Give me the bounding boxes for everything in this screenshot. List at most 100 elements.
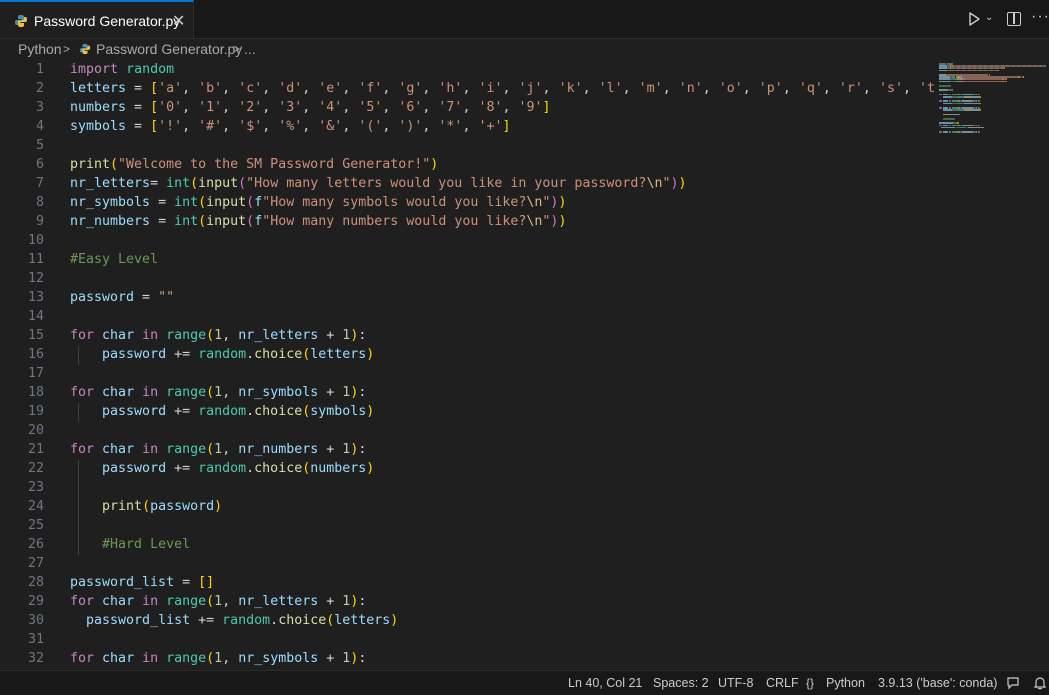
python-interpreter[interactable]: 3.9.13 ('base': conda) bbox=[878, 676, 997, 690]
code-line[interactable]: 15for char in range(1, nr_letters + 1): bbox=[0, 327, 935, 346]
breadcrumb-file[interactable]: Password Generator.py bbox=[96, 41, 242, 57]
code-line[interactable]: 4symbols = ['!', '#', '$', '%', '&', '('… bbox=[0, 118, 935, 137]
code-line[interactable]: 30 password_list += random.choice(letter… bbox=[0, 612, 935, 631]
minimap-token bbox=[968, 127, 975, 129]
line-number: 19 bbox=[4, 404, 44, 419]
minimap-token bbox=[998, 70, 999, 72]
code-line[interactable]: 13password = "" bbox=[0, 289, 935, 308]
minimap-token bbox=[980, 96, 981, 98]
code-text: for char in range(1, nr_letters + 1): bbox=[70, 328, 366, 343]
line-number: 10 bbox=[4, 233, 44, 248]
minimap-token bbox=[964, 96, 971, 98]
minimap-token bbox=[959, 114, 960, 116]
code-text: #Easy Level bbox=[70, 252, 158, 267]
line-number: 11 bbox=[4, 252, 44, 267]
code-line[interactable]: 28password_list = [] bbox=[0, 574, 935, 593]
minimap-token bbox=[964, 109, 971, 111]
line-number: 26 bbox=[4, 537, 44, 552]
code-line[interactable]: 9nr_numbers = int(input(f"How many numbe… bbox=[0, 213, 935, 232]
tab-bar: Password Generator.py ✕ ⌄ ··· bbox=[0, 0, 1049, 39]
code-line[interactable]: 14 bbox=[0, 308, 935, 327]
minimap-token bbox=[939, 89, 948, 91]
code-line[interactable]: 11 #Easy Level bbox=[0, 251, 935, 270]
chevron-down-icon[interactable]: ⌄ bbox=[985, 12, 993, 23]
minimap[interactable] bbox=[937, 60, 1049, 670]
minimap-token bbox=[939, 70, 947, 72]
minimap-token bbox=[943, 109, 952, 111]
indent-guide bbox=[78, 346, 79, 365]
line-number: 1 bbox=[4, 62, 44, 77]
breadcrumb-more[interactable]: ... bbox=[244, 41, 256, 57]
chevron-right-icon: > bbox=[233, 42, 240, 56]
minimap-token bbox=[939, 131, 942, 133]
split-editor-icon[interactable] bbox=[1007, 12, 1021, 26]
code-editor[interactable]: 1import random2letters = ['a', 'b', 'c',… bbox=[0, 60, 935, 670]
minimap-token bbox=[943, 103, 952, 105]
minimap-token bbox=[1006, 81, 1007, 83]
more-actions-icon[interactable]: ··· bbox=[1031, 8, 1049, 26]
notifications-bell-icon[interactable] bbox=[1033, 676, 1047, 690]
encoding-setting[interactable]: UTF-8 bbox=[718, 676, 753, 690]
code-line[interactable]: 29for char in range(1, nr_letters + 1): bbox=[0, 593, 935, 612]
python-file-icon bbox=[14, 14, 28, 28]
minimap-token bbox=[979, 131, 980, 133]
line-number: 22 bbox=[4, 461, 44, 476]
minimap-token bbox=[939, 81, 950, 83]
code-line[interactable]: 10 bbox=[0, 232, 935, 251]
minimap-token bbox=[939, 100, 942, 102]
code-line[interactable]: 17 bbox=[0, 365, 935, 384]
minimap-token bbox=[951, 89, 953, 91]
run-icon[interactable] bbox=[966, 11, 982, 27]
code-line[interactable]: 16 password += random.choice(letters) bbox=[0, 346, 935, 365]
breadcrumb: Python > Password Generator.py > ... bbox=[0, 38, 1049, 60]
code-line[interactable]: 20 bbox=[0, 422, 935, 441]
minimap-token bbox=[960, 127, 967, 129]
feedback-icon[interactable] bbox=[1006, 676, 1020, 690]
code-line[interactable]: 22 password += random.choice(numbers) bbox=[0, 460, 935, 479]
code-line[interactable]: 8nr_symbols = int(input(f"How many symbo… bbox=[0, 194, 935, 213]
code-line[interactable]: 5 bbox=[0, 137, 935, 156]
code-line[interactable]: 2letters = ['a', 'b', 'c', 'd', 'e', 'f'… bbox=[0, 80, 935, 99]
code-line[interactable]: 23 bbox=[0, 479, 935, 498]
minimap-token bbox=[957, 109, 964, 111]
code-line[interactable]: 6print("Welcome to the SM Password Gener… bbox=[0, 156, 935, 175]
eol-setting[interactable]: CRLF bbox=[766, 676, 799, 690]
code-line[interactable]: 19 password += random.choice(symbols) bbox=[0, 403, 935, 422]
minimap-token bbox=[1023, 76, 1024, 78]
code-line[interactable]: 1import random bbox=[0, 61, 935, 80]
line-number: 9 bbox=[4, 214, 44, 229]
line-number: 13 bbox=[4, 290, 44, 305]
minimap-token bbox=[939, 85, 951, 87]
code-text: for char in range(1, nr_symbols + 1): bbox=[70, 651, 366, 666]
code-line[interactable]: 18for char in range(1, nr_symbols + 1): bbox=[0, 384, 935, 403]
line-number: 8 bbox=[4, 195, 44, 210]
code-line[interactable]: 21for char in range(1, nr_numbers + 1): bbox=[0, 441, 935, 460]
minimap-token bbox=[1004, 67, 1005, 69]
code-text: nr_letters= int(input("How many letters … bbox=[70, 176, 687, 191]
line-number: 32 bbox=[4, 651, 44, 666]
code-text: password_list = [] bbox=[70, 575, 214, 590]
code-text: numbers = ['0', '1', '2', '3', '4', '5',… bbox=[70, 100, 551, 115]
code-text: for char in range(1, nr_symbols + 1): bbox=[70, 385, 366, 400]
language-mode[interactable]: Python bbox=[826, 676, 865, 690]
code-line[interactable]: 31 bbox=[0, 631, 935, 650]
tab-password-generator[interactable]: Password Generator.py ✕ bbox=[0, 0, 194, 38]
line-number: 7 bbox=[4, 176, 44, 191]
line-number: 17 bbox=[4, 366, 44, 381]
breadcrumb-python[interactable]: Python bbox=[18, 41, 62, 57]
minimap-token bbox=[972, 109, 980, 111]
indentation-setting[interactable]: Spaces: 2 bbox=[653, 676, 709, 690]
code-line[interactable]: 3numbers = ['0', '1', '2', '3', '4', '5'… bbox=[0, 99, 935, 118]
code-line[interactable]: 26 #Hard Level bbox=[0, 536, 935, 555]
cursor-position[interactable]: Ln 40, Col 21 bbox=[568, 676, 642, 690]
code-line[interactable]: 24 print(password) bbox=[0, 498, 935, 517]
minimap-token bbox=[943, 118, 955, 120]
code-line[interactable]: 12 bbox=[0, 270, 935, 289]
code-line[interactable]: 25 bbox=[0, 517, 935, 536]
code-line[interactable]: 32 for char in range(1, nr_symbols + 1): bbox=[0, 650, 935, 669]
code-line[interactable]: 27 bbox=[0, 555, 935, 574]
code-line[interactable]: 7 nr_letters= int(input("How many letters… bbox=[0, 175, 935, 194]
line-number: 16 bbox=[4, 347, 44, 362]
minimap-token bbox=[957, 96, 964, 98]
close-icon[interactable]: ✕ bbox=[172, 11, 185, 31]
